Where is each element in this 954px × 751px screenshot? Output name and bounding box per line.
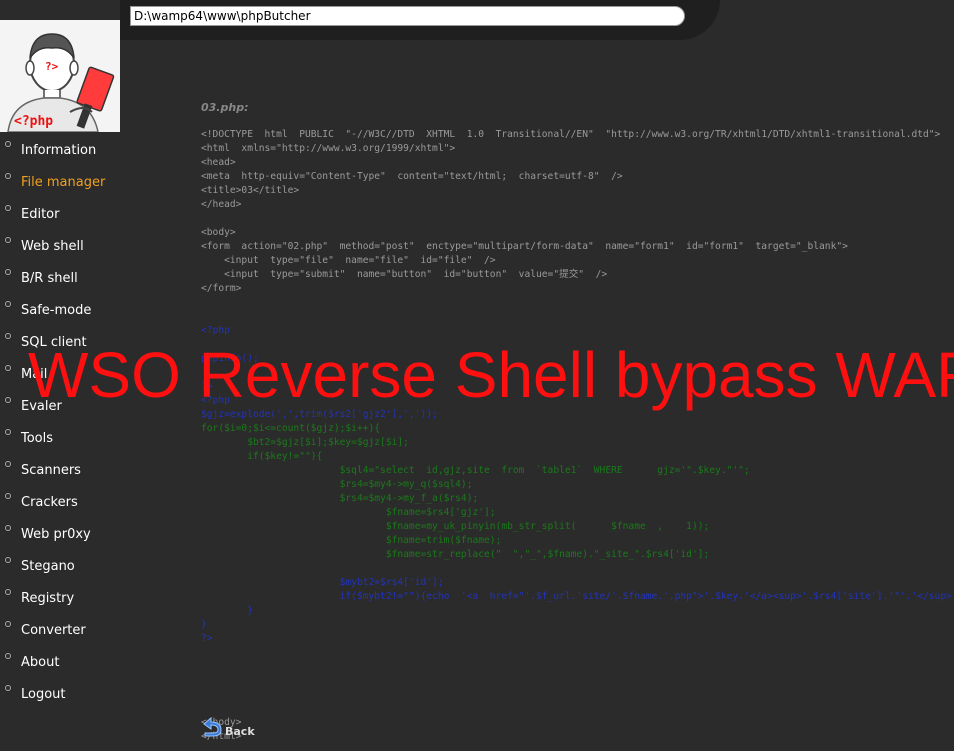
menu-item-registry[interactable]: Registry: [0, 588, 120, 620]
menu-item-information[interactable]: Information: [0, 140, 120, 172]
back-button[interactable]: Back: [201, 716, 255, 738]
menu-item-label: SQL client: [21, 335, 87, 350]
menu-item-label: About: [21, 655, 60, 670]
menu-item-label: Stegano: [21, 559, 75, 574]
menu-item-web-proxy[interactable]: Web pr0xy: [0, 524, 120, 556]
html-source-block: <!DOCTYPE html PUBLIC "-//W3C//DTD XHTML…: [201, 129, 941, 294]
menu-item-web-shell[interactable]: Web shell: [0, 236, 120, 268]
menu-item-safe-mode[interactable]: Safe-mode: [0, 300, 120, 332]
menu-item-label: Mail: [21, 367, 48, 382]
bullet-icon: [5, 525, 11, 531]
menu-item-label: Crackers: [21, 495, 78, 510]
menu-item-editor[interactable]: Editor: [0, 204, 120, 236]
menu-item-label: File manager: [21, 175, 106, 190]
menu-item-label: Tools: [21, 431, 54, 446]
bullet-icon: [5, 589, 11, 595]
menu-item-label: Scanners: [21, 463, 81, 478]
menu-item-label: Safe-mode: [21, 303, 92, 318]
menu-item-br-shell[interactable]: B/R shell: [0, 268, 120, 300]
menu-item-about[interactable]: About: [0, 652, 120, 684]
php-source-line: $fname=my_uk_pinyin(mb_str_split( $fname…: [385, 521, 710, 532]
menu-item-converter[interactable]: Converter: [0, 620, 120, 652]
sidebar: <?php ?> Information File manager Editor…: [0, 0, 120, 751]
menu-item-crackers[interactable]: Crackers: [0, 492, 120, 524]
php-source-line: }: [247, 605, 253, 616]
file-viewer: 03.php: <!DOCTYPE html PUBLIC "-//W3C//D…: [201, 0, 954, 751]
bullet-icon: [5, 397, 11, 403]
php-source-line: $bt2=$gjz[$i];$key=$gjz[$i];: [247, 437, 409, 448]
bullet-icon: [5, 429, 11, 435]
php-source-line: $fname=trim($fname);: [385, 535, 502, 546]
logo-badge: ?>: [45, 60, 59, 73]
back-label: Back: [225, 725, 255, 738]
logo-php-text: <?php: [14, 114, 54, 129]
bullet-icon: [5, 653, 11, 659]
menu-item-label: Web shell: [21, 239, 84, 254]
menu-item-logout[interactable]: Logout: [0, 684, 120, 716]
logo: <?php ?>: [0, 20, 120, 132]
bullet-icon: [5, 237, 11, 243]
menu-item-label: Web pr0xy: [21, 527, 91, 542]
main-menu: Information File manager Editor Web shel…: [0, 140, 120, 716]
menu-item-label: Registry: [21, 591, 75, 606]
php-source-line: $sql4="select id,gjz,site from `table1` …: [339, 465, 750, 476]
bullet-icon: [5, 269, 11, 275]
php-source-line: $fname=$rs4['gjz'];: [385, 507, 496, 518]
bullet-icon: [5, 333, 11, 339]
php-source-line: if($mybt2!=""){echo '<a href="'.$f_url.'…: [339, 591, 952, 602]
menu-item-label: Logout: [21, 687, 66, 702]
bullet-icon: [5, 461, 11, 467]
php-source-line: $rs4=$my4->my_q($sql4);: [339, 479, 473, 490]
php-source-line: $rs4=$my4->my_f_a($rs4);: [339, 493, 479, 504]
menu-item-label: Evaler: [21, 399, 62, 414]
php-source-line: $fname=str_replace(" ","_",$fname)."_sit…: [385, 549, 710, 560]
menu-item-file-manager[interactable]: File manager: [0, 172, 120, 204]
menu-item-label: Information: [21, 143, 97, 158]
file-source: <!DOCTYPE html PUBLIC "-//W3C//DTD XHTML…: [201, 128, 954, 744]
php-source-block: <?php phpinfo(); ?> <?php $gjz=explode('…: [201, 325, 954, 644]
back-arrow-icon: [203, 716, 222, 737]
menu-item-label: B/R shell: [21, 271, 78, 286]
php-source-line: <?php: [201, 395, 230, 406]
bullet-icon: [5, 301, 11, 307]
bullet-icon: [5, 685, 11, 691]
bullet-icon: [5, 493, 11, 499]
menu-item-tools[interactable]: Tools: [0, 428, 120, 460]
bullet-icon: [5, 557, 11, 563]
menu-item-evaler[interactable]: Evaler: [0, 396, 120, 428]
php-source-line: phpinfo();: [201, 353, 259, 364]
menu-item-mail[interactable]: Mail: [0, 364, 120, 396]
bullet-icon: [5, 173, 11, 179]
php-source-line: <?php: [201, 325, 230, 336]
file-name: 03.php:: [201, 101, 249, 114]
php-source-line: for($i=0;$i<=count($gjz);$i++){: [201, 423, 381, 434]
php-source-line: ?>: [201, 381, 213, 392]
php-source-line: if($key!=""){: [247, 451, 323, 462]
menu-item-scanners[interactable]: Scanners: [0, 460, 120, 492]
menu-item-label: Converter: [21, 623, 86, 638]
php-source-line: }: [201, 619, 207, 630]
menu-item-sql-client[interactable]: SQL client: [0, 332, 120, 364]
bullet-icon: [5, 621, 11, 627]
php-source-line: $gjz=explode(',',trim($rs2['gjz2'],','))…: [201, 409, 438, 420]
bullet-icon: [5, 141, 11, 147]
bullet-icon: [5, 365, 11, 371]
php-source-line: ?>: [201, 633, 213, 644]
menu-item-label: Editor: [21, 207, 60, 222]
bullet-icon: [5, 205, 11, 211]
menu-item-stegano[interactable]: Stegano: [0, 556, 120, 588]
php-source-line: $mybt2=$rs4['id'];: [339, 577, 444, 588]
